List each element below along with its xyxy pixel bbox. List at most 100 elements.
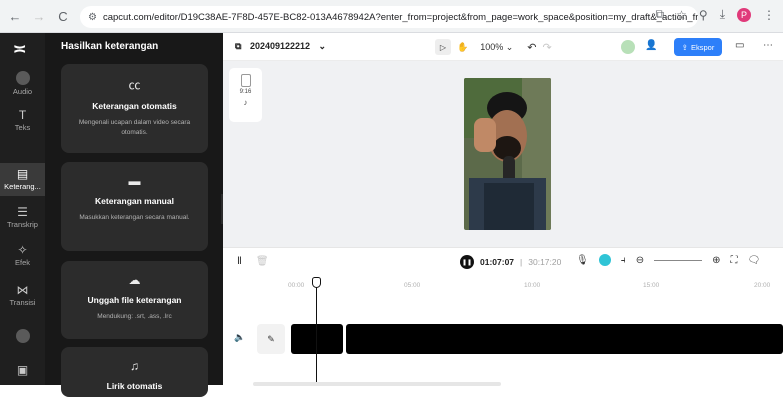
open-in-app-icon[interactable]: ⧉ [656,7,665,22]
transcript-icon: ☰ [17,205,28,219]
timeline-controls: Ⅱ 🗑 ❚❚ 01:07:07 | 30:17:20 🎙 ⫞ ⊖ ⊕ ⛶ 🗨 [223,248,783,274]
export-icon: ⇪ [681,42,688,52]
extensions-icon[interactable]: ⚲ [699,8,708,22]
ruler-tick: 00:00 [288,282,305,289]
voice-toggle[interactable] [598,254,611,266]
back-icon[interactable]: ← [6,7,24,25]
card-upload-captions[interactable]: ☁ Unggah file keterangan Mendukung: .srt… [61,261,208,339]
card-desc: Mendukung: .srt, .ass, .lrc [97,313,172,320]
url-text: capcut.com/editor/D19C38AE-7F8D-457E-BC8… [102,11,698,23]
preview-canvas: 9:16 ♪ [223,61,783,247]
card-manual-captions[interactable]: ▬ Keterangan manual Masukkan keterangan … [61,162,208,251]
share-people-icon[interactable]: 👤 [645,40,657,51]
zoom-in-icon[interactable]: ⊕ [712,255,720,266]
rail-label-audio: Audio [12,87,33,96]
rail-item-teks[interactable]: T Teks [0,108,45,132]
video-frame-image [464,78,551,230]
effects-icon: ✧ [17,243,28,257]
card-title: Keterangan otomatis [92,101,177,111]
microphone-icon[interactable]: 🎙 [576,255,589,266]
rail-item-keyboard[interactable]: ▣ [0,363,45,378]
select-pointer-icon[interactable]: ▷ [435,39,451,55]
redo-icon[interactable]: ↷ [543,41,552,54]
site-settings-icon[interactable]: ⚙ [88,12,97,23]
rail-item-transkrip[interactable]: ☰ Transkrip [0,205,45,229]
zoom-value: 100% [480,41,504,52]
address-bar[interactable]: ⚙ capcut.com/editor/D19C38AE-7F8D-457E-B… [80,6,698,28]
zoom-slider[interactable] [654,259,703,261]
hand-pan-icon[interactable]: ✋ [457,42,468,53]
playback-group: ❚❚ 01:07:07 | 30:17:20 [460,255,561,269]
zoom-out-icon[interactable]: ⊖ [636,255,644,266]
playhead[interactable] [312,277,321,386]
aspect-ratio-label: 9:16 [239,89,252,95]
time-separator: | [520,257,523,267]
zoom-dropdown[interactable]: 100% ⌄ [480,42,513,53]
video-clip[interactable] [291,324,343,354]
text-t-icon: T [18,108,27,122]
total-time: 30:17:20 [528,257,562,267]
rail-label-transisi: Transisi [9,298,36,307]
transition-icon: ⋈ [16,283,29,297]
time-ruler[interactable]: 00:00 05:00 10:00 15:00 20:00 [288,282,783,296]
music-note-icon [15,71,30,85]
timeline-scrollbar[interactable] [253,382,501,386]
keyboard-icon: ▣ [16,363,29,377]
browser-menu-icon[interactable]: ⋮ [763,8,775,22]
layers-icon: ⧉ [235,41,242,51]
ruler-tick: 05:00 [404,282,421,289]
profile-avatar[interactable]: P [737,7,751,22]
lyrics-icon: ♫ [130,359,139,373]
split-view-icon[interactable]: ⫞ [621,255,626,266]
browser-toolbar: ← → C ⚙ capcut.com/editor/D19C38AE-7F8D-… [0,0,783,33]
tiktok-icon: ♪ [243,98,248,107]
cc-icon: ㏄ [128,78,141,92]
rail-label-transkrip: Transkrip [7,220,38,229]
aspect-ratio-selector[interactable]: 9:16 ♪ [229,68,262,122]
rail-label-keterangan: Keterang... [4,182,41,191]
cloud-upload-icon: ☁ [128,273,141,287]
current-time: 01:07:07 [480,257,515,267]
collaborator-avatar[interactable] [621,40,635,54]
card-auto-lyrics[interactable]: ♫ Lirik otomatis [61,347,208,397]
more-options-icon[interactable]: ⋯ [763,40,773,51]
download-icon[interactable]: ⤓ [720,7,725,22]
chevron-down-icon [15,329,30,343]
bookmark-star-icon[interactable]: ☆ [676,8,687,22]
fit-screen-icon[interactable]: ⛶ [730,255,737,266]
caption-box-icon: ▬ [128,174,141,188]
capcut-logo-icon[interactable]: ≍ [13,39,26,59]
chevron-down-icon: ⌄ [318,41,327,51]
comment-icon[interactable]: 🗨 [747,255,760,266]
rail-label-teks: Teks [14,123,31,132]
rail-item-efek[interactable]: ✧ Efek [0,243,45,267]
video-clip[interactable] [346,324,783,354]
ruler-tick: 15:00 [643,282,660,289]
playhead-handle[interactable] [312,277,321,288]
card-desc: Mengenali ucapan dalam video secara otom… [78,119,191,137]
rail-item-audio[interactable]: Audio [0,71,45,96]
track-audio-icon[interactable]: 🔈 [234,332,245,343]
split-icon[interactable]: Ⅱ [237,256,242,267]
left-rail: ≍ Audio T Teks ▤ Keterang... ☰ Transkrip… [0,33,45,385]
card-auto-captions[interactable]: ㏄ Keterangan otomatis Mengenali ucapan d… [61,64,208,153]
present-icon[interactable]: ▭ [735,40,744,51]
project-name-dropdown[interactable]: ⧉ 202409122212 ⌄ [235,41,326,52]
canvas-tools: ▷ ✋ 100% ⌄ ↶ ↷ [435,39,552,55]
card-title: Lirik otomatis [106,381,163,391]
rail-more-toggle[interactable] [0,329,45,345]
forward-icon[interactable]: → [30,7,48,25]
rail-item-keterangan[interactable]: ▤ Keterang... [0,163,45,196]
delete-icon[interactable]: 🗑 [256,256,269,267]
project-name: 202409122212 [249,41,311,51]
pause-button[interactable]: ❚❚ [460,255,474,269]
video-preview[interactable] [464,78,551,230]
undo-icon[interactable]: ↶ [527,41,536,54]
rail-label-efek: Efek [14,258,30,267]
export-button[interactable]: ⇪ Ekspor [674,38,722,56]
timeline-edit-tools: Ⅱ 🗑 [237,256,269,267]
reload-icon[interactable]: C [54,7,72,25]
editor-topbar: ⧉ 202409122212 ⌄ ▷ ✋ 100% ⌄ ↶ ↷ 👤 ⇪ Eksp… [223,33,783,61]
track-edit-icon[interactable]: ✎ [257,324,285,354]
rail-item-transisi[interactable]: ⋈ Transisi [0,283,45,307]
